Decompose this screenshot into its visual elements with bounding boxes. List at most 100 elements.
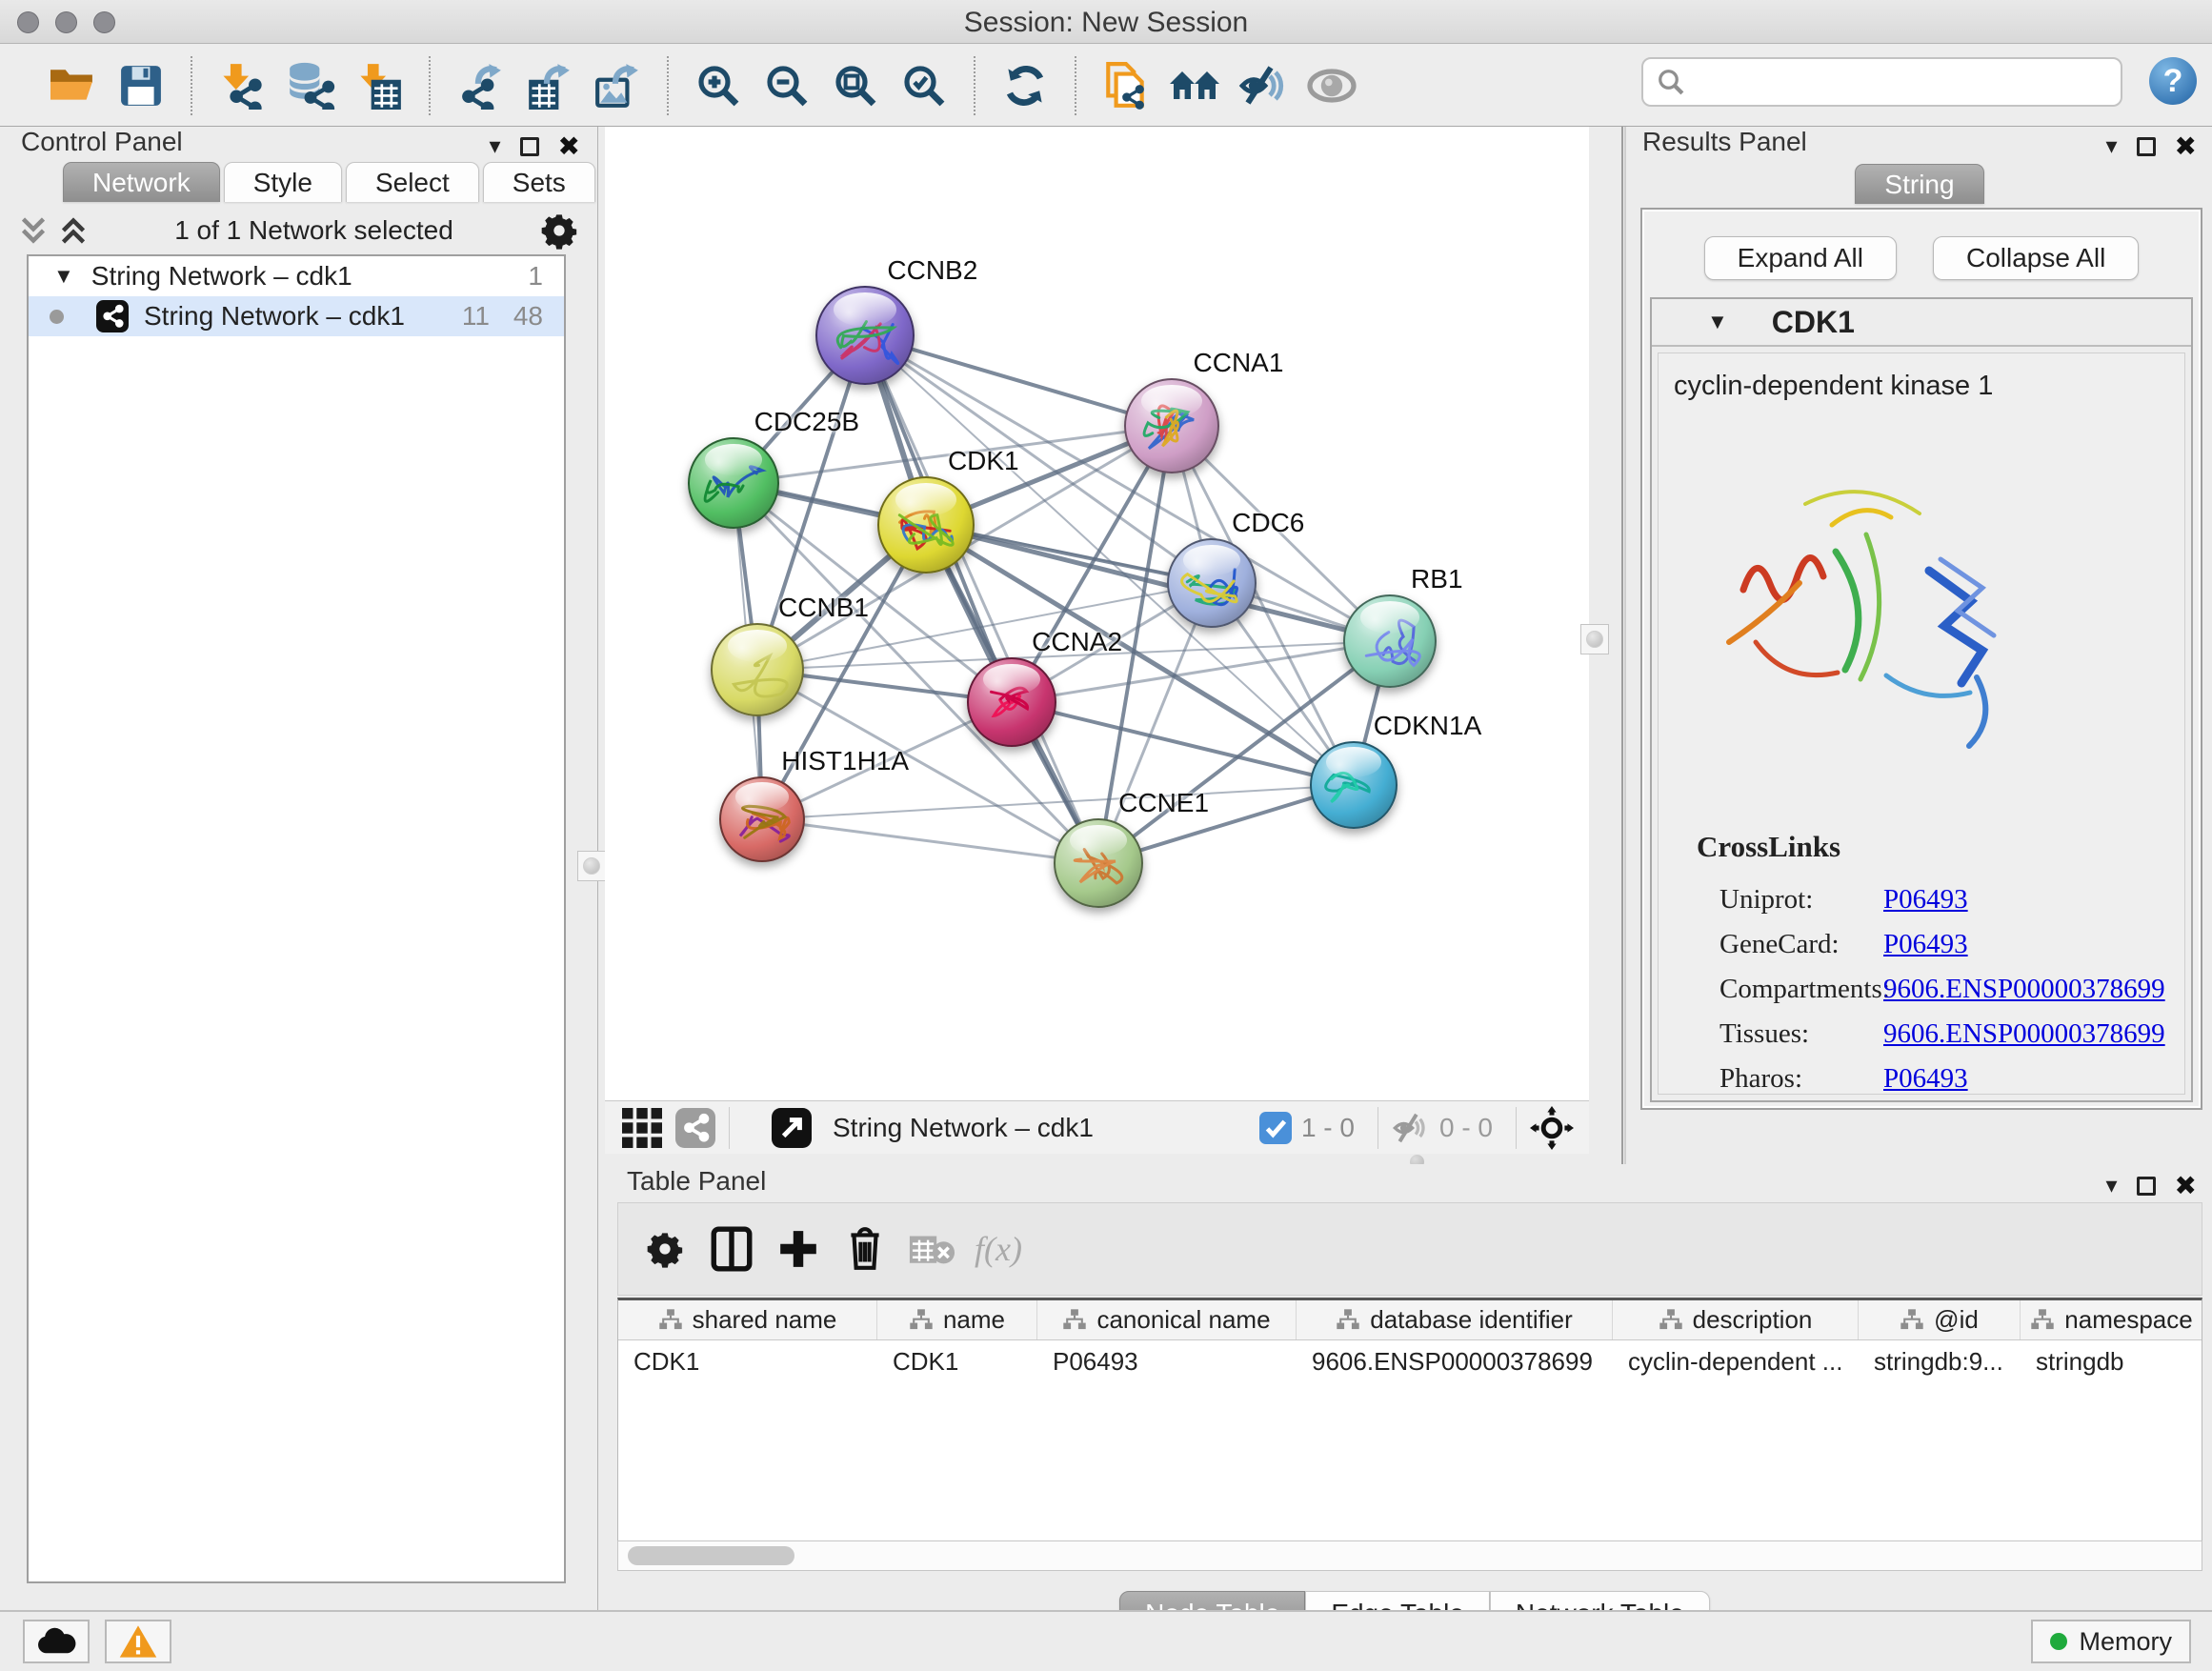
network-node-CCNE1[interactable] — [1054, 818, 1143, 908]
zoom-selected-button[interactable] — [896, 57, 952, 114]
memory-button[interactable]: Memory — [2031, 1620, 2191, 1663]
network-overview-icon[interactable] — [675, 1108, 715, 1148]
trash-button[interactable] — [837, 1220, 893, 1278]
table-cell[interactable]: CDK1 — [618, 1340, 877, 1382]
column-header-namespace[interactable]: namespace — [2021, 1300, 2202, 1339]
search-input[interactable] — [1641, 57, 2122, 107]
tab-string[interactable]: String — [1855, 164, 1983, 204]
network-node-CDKN1A[interactable] — [1310, 741, 1398, 829]
network-node-CDC6[interactable] — [1167, 538, 1257, 628]
expand-all-icon[interactable] — [59, 214, 88, 247]
network-collection-row[interactable]: ▼ String Network – cdk1 1 — [29, 256, 564, 296]
home-button[interactable] — [1167, 57, 1222, 114]
collapse-all-button[interactable]: Collapse All — [1933, 236, 2139, 280]
import-table-icon — [355, 62, 403, 110]
birdseye-grid-icon[interactable] — [622, 1108, 662, 1148]
crosslink-link[interactable]: 9606.ENSP00000378699 — [1883, 1018, 2165, 1050]
column-header-canonical-name[interactable]: canonical name — [1037, 1300, 1297, 1339]
panel-menu-icon[interactable]: ▾ — [2105, 1172, 2117, 1199]
network-canvas[interactable]: CCNB2CCNA1CDC25BCDK1CDC6RB1CCNB1CCNA2CDK… — [605, 127, 1589, 1100]
zoom-out-button[interactable] — [759, 57, 814, 114]
tree-expand-icon[interactable]: ▼ — [53, 264, 74, 289]
network-options-gear-icon[interactable] — [540, 211, 578, 250]
panel-close-icon[interactable]: ✖ — [2175, 1170, 2197, 1201]
network-node-CCNA2[interactable] — [967, 657, 1056, 747]
left-splitter-handle[interactable] — [577, 851, 606, 881]
fit-selected-crosshair-icon[interactable] — [1530, 1106, 1574, 1150]
split-columns-icon — [710, 1225, 754, 1273]
tab-style[interactable]: Style — [224, 162, 342, 202]
refresh-button[interactable] — [997, 57, 1053, 114]
node-result-header[interactable]: ▼ CDK1 — [1652, 299, 2191, 347]
column-header-description[interactable]: description — [1613, 1300, 1859, 1339]
selected-checkbox-icon[interactable] — [1259, 1112, 1292, 1144]
table-row[interactable]: CDK1CDK1P064939606.ENSP00000378699cyclin… — [618, 1340, 2202, 1382]
network-row[interactable]: String Network – cdk1 11 48 — [29, 296, 564, 336]
right-splitter-handle[interactable] — [1580, 624, 1609, 654]
tab-select[interactable]: Select — [346, 162, 479, 202]
table-cell[interactable]: P06493 — [1037, 1340, 1297, 1382]
table-cell[interactable]: cyclin-dependent ... — [1613, 1340, 1859, 1382]
panel-float-icon[interactable] — [2137, 137, 2156, 156]
zoom-in-button[interactable] — [691, 57, 746, 114]
detach-view-icon[interactable] — [772, 1108, 812, 1148]
clone-documents-button[interactable] — [1098, 57, 1154, 114]
network-node-CCNB1[interactable] — [711, 623, 804, 716]
horizontal-splitter[interactable] — [605, 1154, 1589, 1164]
zoom-fit-button[interactable] — [828, 57, 883, 114]
crosslink-link[interactable]: P06493 — [1883, 929, 1968, 960]
network-node-CDC25B[interactable] — [688, 437, 779, 529]
split-columns-button[interactable] — [704, 1220, 759, 1278]
panel-menu-icon[interactable]: ▾ — [2105, 132, 2117, 160]
tab-sets[interactable]: Sets — [483, 162, 595, 202]
warning-button[interactable] — [105, 1620, 171, 1663]
network-node-CCNA1[interactable] — [1124, 378, 1219, 473]
gear-button[interactable] — [637, 1220, 693, 1278]
panel-menu-icon[interactable]: ▾ — [489, 132, 500, 160]
panel-float-icon[interactable] — [520, 137, 539, 156]
right-splitter[interactable] — [1621, 127, 1626, 1164]
import-network-button[interactable] — [214, 57, 270, 114]
network-node-CDK1[interactable] — [877, 476, 975, 574]
crosslink-link[interactable]: P06493 — [1883, 1063, 1968, 1095]
panel-close-icon[interactable]: ✖ — [2175, 131, 2197, 162]
table-cell[interactable]: stringdb:9... — [1859, 1340, 2021, 1382]
import-table-button[interactable] — [352, 57, 407, 114]
export-table-button[interactable] — [521, 57, 576, 114]
column-header-database-identifier[interactable]: database identifier — [1297, 1300, 1613, 1339]
preview-eye-button[interactable] — [1304, 57, 1359, 114]
help-button[interactable]: ? — [2149, 57, 2197, 105]
hide-unhide-button[interactable] — [1236, 57, 1291, 114]
table-hscrollbar[interactable] — [617, 1540, 2202, 1571]
network-node-CCNB2[interactable] — [815, 286, 915, 385]
expand-all-button[interactable]: Expand All — [1704, 236, 1897, 280]
table-cell[interactable]: CDK1 — [877, 1340, 1037, 1382]
network-node-RB1[interactable] — [1343, 594, 1437, 688]
tab-network[interactable]: Network — [63, 162, 220, 202]
column-header-name[interactable]: name — [877, 1300, 1037, 1339]
panel-float-icon[interactable] — [2137, 1177, 2156, 1196]
table-cell[interactable]: stringdb — [2021, 1340, 2202, 1382]
save-session-button[interactable] — [113, 57, 169, 114]
export-network-button[interactable] — [452, 57, 508, 114]
zoom-in-icon — [695, 63, 741, 109]
table-cell[interactable]: 9606.ENSP00000378699 — [1297, 1340, 1613, 1382]
hidden-eye-icon[interactable] — [1392, 1112, 1430, 1144]
import-database-button[interactable] — [283, 57, 338, 114]
column-header-shared-name[interactable]: shared name — [618, 1300, 877, 1339]
results-panel: Results Panel ▾ ✖ String Expand All Coll… — [1631, 127, 2212, 1164]
table-hscrollbar-thumb[interactable] — [628, 1546, 794, 1565]
add-button[interactable] — [771, 1220, 826, 1278]
cloud-button[interactable] — [23, 1620, 90, 1663]
crosslink-label: Uniprot: — [1697, 884, 1883, 916]
open-session-button[interactable] — [45, 57, 100, 114]
search-icon — [1657, 68, 1685, 96]
crosslink-link[interactable]: P06493 — [1883, 884, 1968, 916]
crosslink-link[interactable]: 9606.ENSP00000378699 — [1883, 974, 2165, 1005]
section-collapse-icon[interactable]: ▼ — [1707, 310, 1728, 334]
collapse-all-icon[interactable] — [19, 214, 48, 247]
export-image-button[interactable] — [590, 57, 645, 114]
column-header-@id[interactable]: @id — [1859, 1300, 2021, 1339]
network-node-HIST1H1A[interactable] — [719, 776, 805, 862]
panel-close-icon[interactable]: ✖ — [558, 131, 580, 162]
